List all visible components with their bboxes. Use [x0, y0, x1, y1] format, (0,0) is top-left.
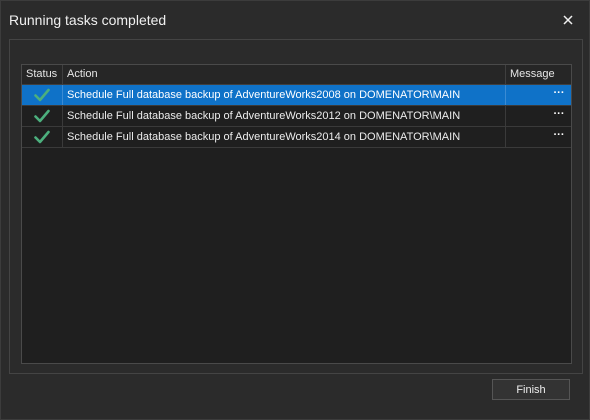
column-header-message[interactable]: Message [506, 65, 571, 84]
action-cell: Schedule Full database backup of Adventu… [63, 106, 506, 126]
grid-header: Status Action Message [22, 65, 571, 85]
action-cell: Schedule Full database backup of Adventu… [63, 127, 506, 147]
tasks-group: Status Action Message Schedule Full data… [9, 39, 583, 374]
tasks-grid: Status Action Message Schedule Full data… [21, 64, 572, 364]
action-cell: Schedule Full database backup of Adventu… [63, 85, 506, 105]
message-cell: ··· [506, 127, 571, 147]
message-cell: ··· [506, 85, 571, 105]
message-details-button[interactable]: ··· [551, 106, 567, 126]
message-details-button[interactable]: ··· [551, 85, 567, 105]
message-details-button[interactable]: ··· [551, 127, 567, 147]
table-row[interactable]: Schedule Full database backup of Adventu… [22, 106, 571, 127]
title-bar: Running tasks completed [1, 1, 589, 39]
checkmark-icon [34, 109, 50, 123]
checkmark-icon [34, 130, 50, 144]
window-title: Running tasks completed [9, 12, 167, 28]
checkmark-icon [34, 88, 50, 102]
table-row[interactable]: Schedule Full database backup of Adventu… [22, 127, 571, 148]
dialog-window: Running tasks completed Status Action Me… [0, 0, 590, 420]
finish-button[interactable]: Finish [492, 379, 570, 400]
column-header-action[interactable]: Action [63, 65, 506, 84]
table-row[interactable]: Schedule Full database backup of Adventu… [22, 85, 571, 106]
column-header-status[interactable]: Status [22, 65, 63, 84]
close-button[interactable] [555, 7, 581, 33]
close-icon [563, 15, 573, 25]
status-cell [22, 106, 63, 126]
status-cell [22, 127, 63, 147]
status-cell [22, 85, 63, 105]
message-cell: ··· [506, 106, 571, 126]
